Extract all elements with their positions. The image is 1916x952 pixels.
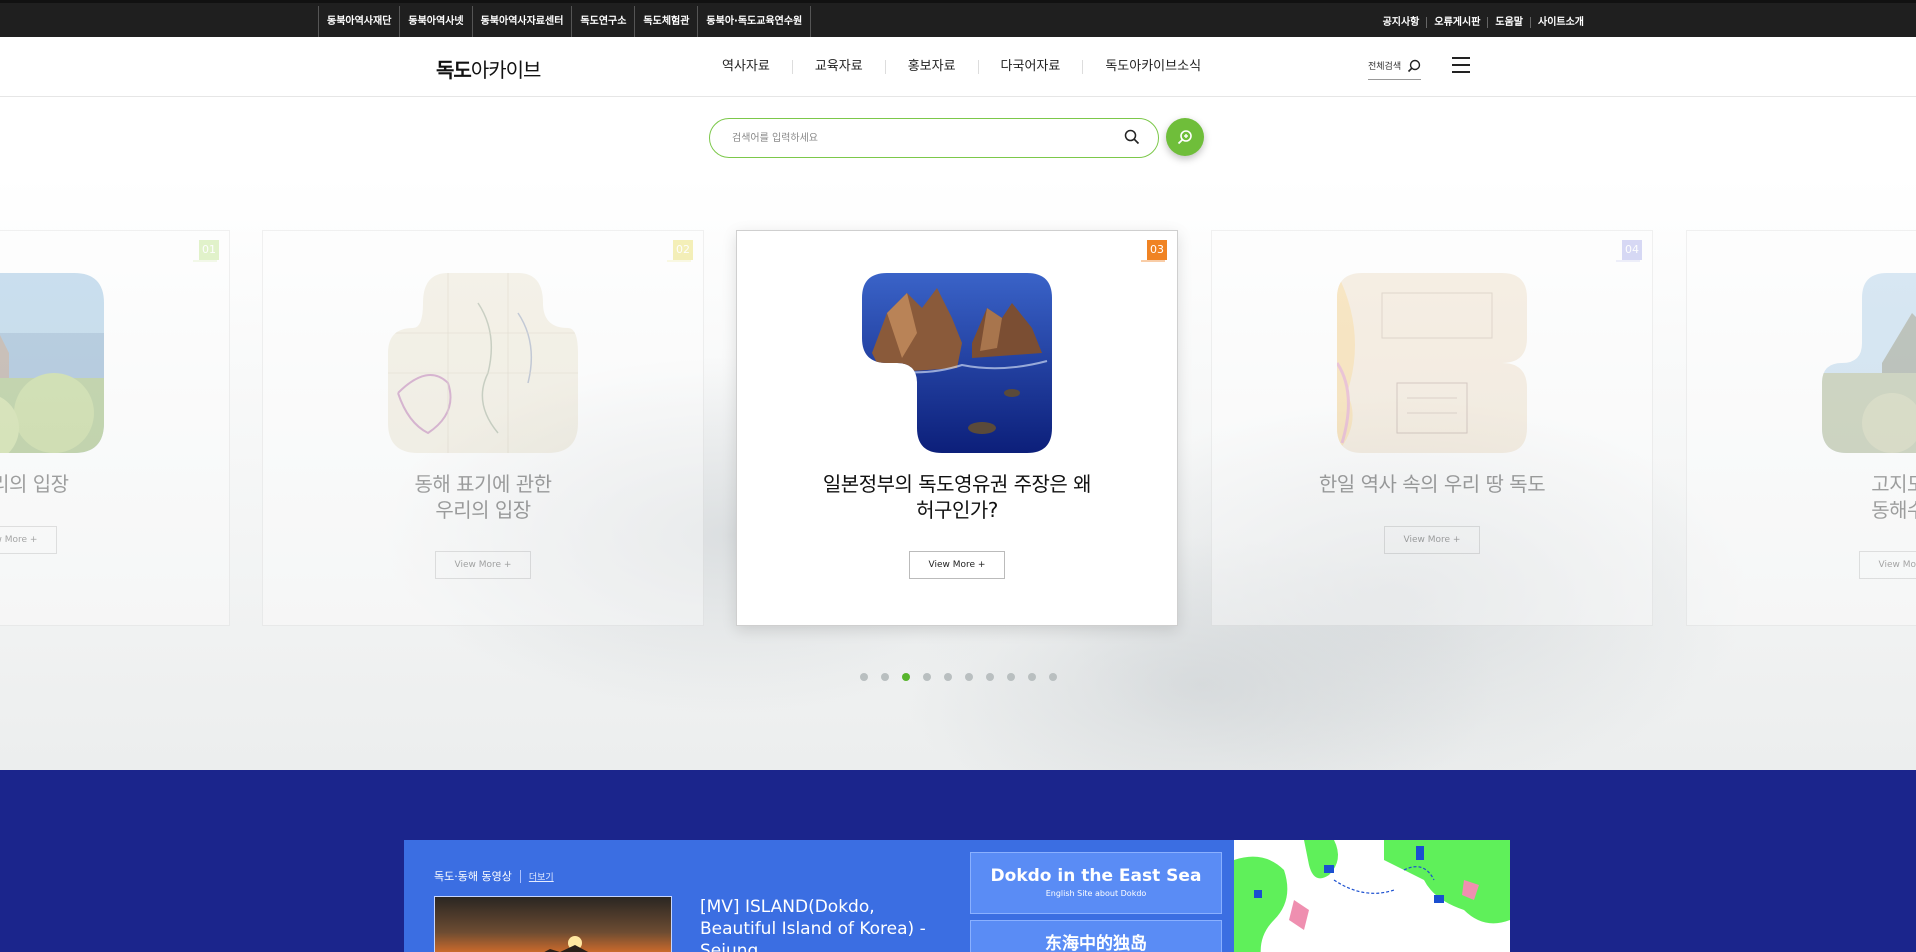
dokdo-island-photo	[862, 273, 1052, 453]
nav-multilingual-materials[interactable]: 다국어자료	[977, 60, 1083, 74]
pagination-dot[interactable]	[1049, 673, 1057, 681]
util-link-dokdo-museum[interactable]: 독도체험관	[634, 6, 697, 38]
video-panel: 독도·동해 동영상 더보기 [MV] ISLAND(Dokdo, Beautif…	[404, 840, 958, 952]
slide-card-3[interactable]: 03 일본정부의 독도영유권 주장은 왜 허구인가? View More +	[736, 230, 1178, 626]
main-nav: 역사자료 교육자료 홍보자료 다국어자료 독도아카이브소식	[700, 37, 1223, 97]
video-title-link[interactable]: [MV] ISLAND(Dokdo, Beautiful Island of K…	[700, 896, 940, 952]
content-section: 독도·동해 동영상 더보기 [MV] ISLAND(Dokdo, Beautif…	[0, 770, 1916, 952]
slide-number: 02	[667, 240, 693, 262]
detail-search-button[interactable]	[1166, 118, 1204, 156]
slide-number: 01	[193, 240, 219, 262]
all-search-button[interactable]: 전체검색	[1368, 54, 1422, 80]
util-link-nahf[interactable]: 동북아역사재단	[318, 6, 399, 38]
coast-photo-thumbnail	[1822, 273, 1916, 453]
nav-history-materials[interactable]: 역사자료	[700, 60, 792, 74]
video-more-link[interactable]: 더보기	[519, 869, 554, 883]
map-thumbnail[interactable]	[1234, 840, 1510, 952]
slide-card-4[interactable]: 04 한일 역사 속의 우리 땅 독도 View More +	[1211, 230, 1653, 626]
utility-bar: 동북아역사재단 동북아역사넷 동북아역사자료센터 독도연구소 독도체험관 동북아…	[0, 0, 1916, 38]
utility-menu: 공지사항 오류게시판 도움말 사이트소개	[1376, 6, 1591, 38]
chinese-site-button[interactable]: 东海中的独岛	[970, 920, 1222, 952]
slide-title: 일본정부의 독도영유권 주장은 왜 허구인가?	[822, 472, 1092, 522]
slide-title: 고지도에동해수역	[1871, 472, 1916, 522]
util-link-dokdo-institute[interactable]: 독도연구소	[571, 6, 634, 38]
magnify-plus-icon	[1177, 130, 1192, 145]
slide-number: 03	[1141, 240, 1167, 262]
pagination-dot[interactable]	[944, 673, 952, 681]
dokdo-photo-thumbnail	[0, 273, 104, 453]
nav-education-materials[interactable]: 교육자료	[791, 60, 885, 74]
nav-promotion-materials[interactable]: 홍보자료	[884, 60, 978, 74]
logo-text-bold: 독도	[436, 58, 472, 82]
slide-title: 한일 역사 속의 우리 땅 독도	[1318, 472, 1546, 496]
util-link-help[interactable]: 도움말	[1487, 16, 1530, 28]
pagination-dot[interactable]	[923, 673, 931, 681]
slide-card-5[interactable]: 05 고지도에동해수역 View More +	[1686, 230, 1916, 626]
video-heading-text: 독도·동해 동영상	[434, 870, 512, 883]
slide-card-1[interactable]: 01 한 우리의 입장 View More +	[0, 230, 230, 626]
family-site-links: 동북아역사재단 동북아역사넷 동북아역사자료센터 독도연구소 독도체험관 동북아…	[318, 6, 812, 38]
old-document-thumbnail	[1337, 273, 1527, 453]
english-site-subtitle: English Site about Dokdo	[1045, 889, 1147, 898]
chinese-site-title: 东海中的独岛	[1045, 934, 1147, 952]
slide-title: 동해 표기에 관한 우리의 입장	[414, 472, 552, 522]
view-more-button[interactable]: View More +	[0, 526, 57, 554]
view-more-button[interactable]: View More +	[435, 551, 531, 579]
search-input[interactable]	[732, 128, 1092, 148]
util-link-history-net[interactable]: 동북아역사넷	[399, 6, 471, 38]
pagination-dot[interactable]	[860, 673, 868, 681]
all-search-label: 전체검색	[1368, 62, 1402, 72]
view-more-button[interactable]: View More +	[1859, 551, 1916, 579]
english-site-button[interactable]: Dokdo in the East Sea English Site about…	[970, 852, 1222, 914]
pagination-dot[interactable]	[965, 673, 973, 681]
logo-text-light: 아카이브	[470, 58, 542, 82]
pagination-dot-active[interactable]	[902, 673, 910, 681]
language-sites-panel: Dokdo in the East Sea English Site about…	[958, 840, 1234, 952]
pagination-dot[interactable]	[1028, 673, 1036, 681]
site-logo[interactable]: 독도아카이브	[436, 54, 542, 83]
util-link-error-board[interactable]: 오류게시판	[1426, 16, 1487, 28]
util-link-data-center[interactable]: 동북아역사자료센터	[471, 6, 572, 38]
featured-slider: 01 한 우리의 입장 View More + 02	[0, 175, 1916, 770]
sunset-island-image	[544, 936, 589, 952]
english-site-title: Dokdo in the East Sea	[990, 866, 1202, 886]
util-link-about[interactable]: 사이트소개	[1530, 16, 1591, 28]
search-icon[interactable]	[1124, 129, 1140, 145]
search-icon	[1408, 59, 1421, 72]
view-more-button[interactable]: View More +	[909, 551, 1005, 579]
view-more-button[interactable]: View More +	[1384, 526, 1480, 554]
pagination-dot[interactable]	[1007, 673, 1015, 681]
site-header: 독도아카이브 역사자료 교육자료 홍보자료 다국어자료 독도아카이브소식 전체검…	[0, 37, 1916, 97]
dokdo-map-illustration	[1234, 840, 1510, 952]
util-link-training-institute[interactable]: 동북아·독도교육연수원	[697, 6, 812, 38]
video-thumbnail[interactable]	[434, 896, 672, 952]
hamburger-menu-icon[interactable]	[1452, 57, 1470, 73]
search-bar	[709, 118, 1159, 158]
slide-title: 한 우리의 입장	[0, 472, 69, 496]
nav-archive-news[interactable]: 독도아카이브소식	[1082, 60, 1223, 74]
old-map-thumbnail	[388, 273, 578, 453]
util-link-notice[interactable]: 공지사항	[1376, 17, 1427, 28]
video-heading: 독도·동해 동영상 더보기	[434, 868, 554, 884]
slide-number: 04	[1616, 240, 1642, 262]
slide-card-2[interactable]: 02 동해 표기에 관한 우리의 입장 View More +	[262, 230, 704, 626]
pagination-dot[interactable]	[986, 673, 994, 681]
pagination-dot[interactable]	[881, 673, 889, 681]
slider-pagination	[860, 673, 1057, 681]
